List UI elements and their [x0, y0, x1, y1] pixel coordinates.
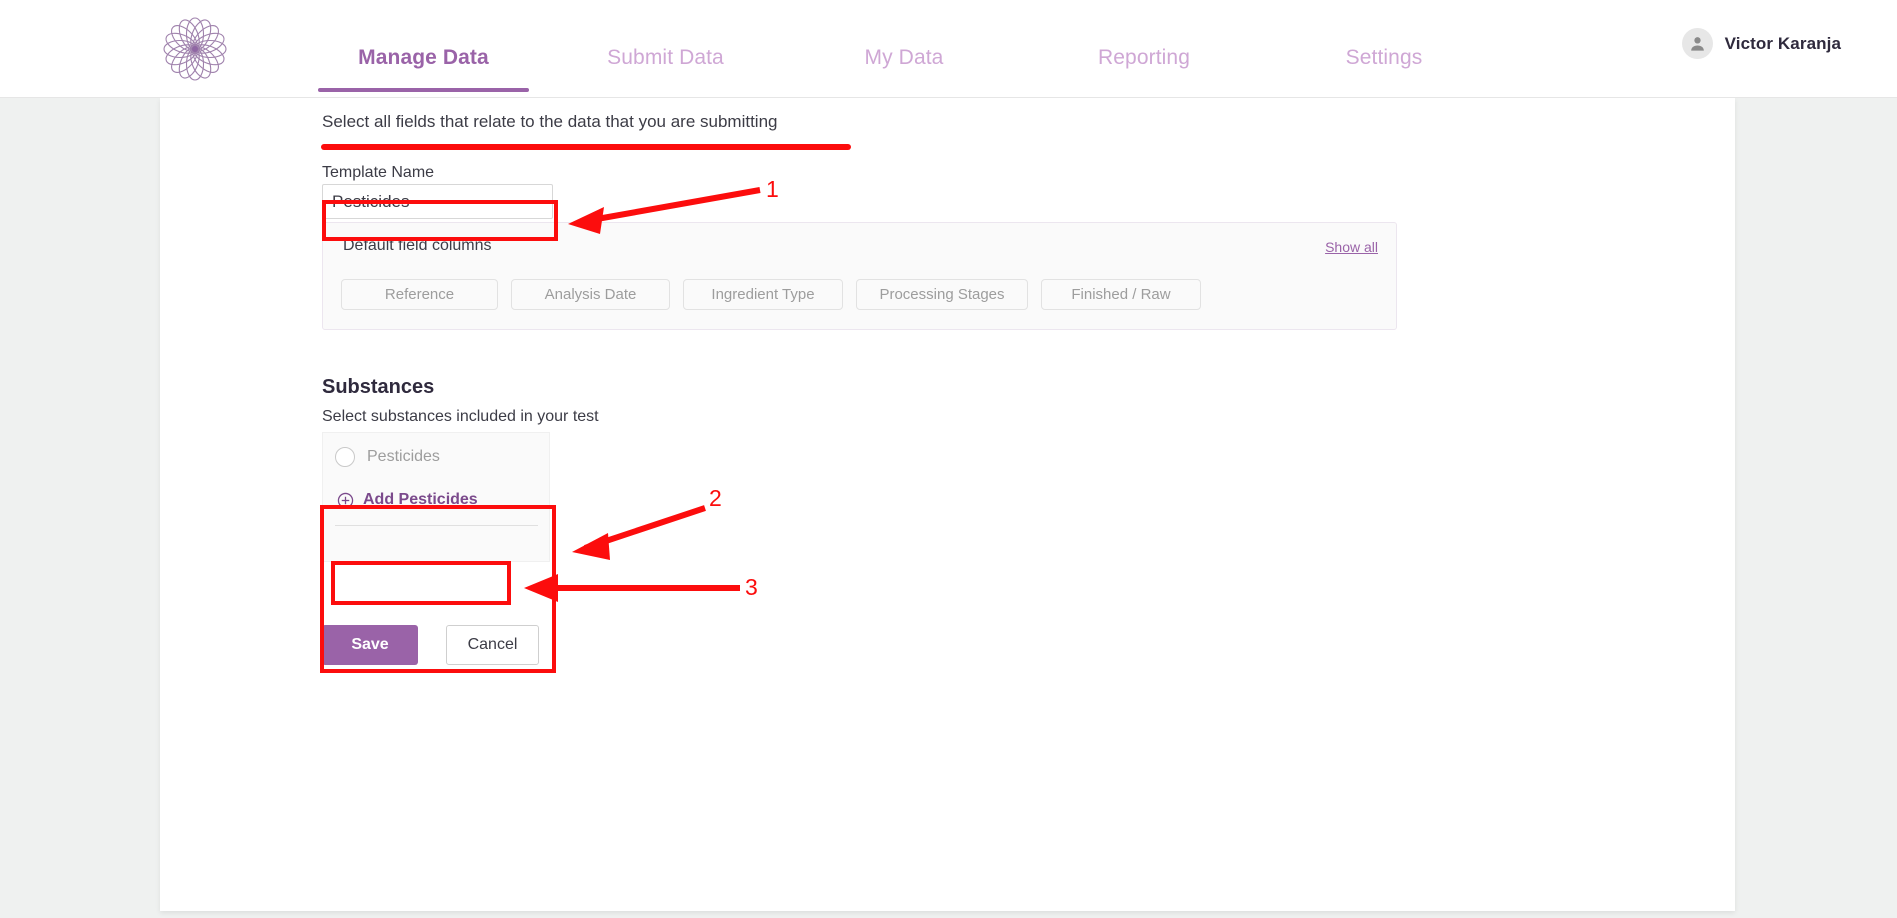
- nav-item-my-data[interactable]: My Data: [784, 0, 1024, 98]
- field-chip-analysis-date[interactable]: Analysis Date: [511, 279, 670, 310]
- nav-item-reporting[interactable]: Reporting: [1024, 0, 1264, 98]
- user-avatar-icon: [1681, 28, 1713, 59]
- field-chip-processing-stages[interactable]: Processing Stages: [856, 279, 1028, 310]
- user-name-label: Victor Karanja: [1724, 33, 1841, 53]
- add-pesticides-button[interactable]: Add Pesticides: [337, 491, 478, 509]
- default-field-chip-list: Reference Analysis Date Ingredient Type …: [341, 279, 1201, 310]
- substances-panel: Pesticides Add Pesticides: [322, 432, 550, 562]
- template-name-label: Template Name: [322, 164, 435, 181]
- main-nav-items: Manage Data Submit Data My Data Reportin…: [300, 0, 1504, 98]
- annotation-number-2: 2: [709, 485, 722, 511]
- annotation-number-1: 1: [766, 176, 779, 202]
- cancel-button[interactable]: Cancel: [446, 625, 539, 665]
- default-field-columns-panel: Default field columns Show all Reference…: [322, 222, 1397, 330]
- nav-item-label: My Data: [864, 46, 944, 69]
- nav-item-submit-data[interactable]: Submit Data: [547, 0, 784, 98]
- substance-option-pesticides[interactable]: Pesticides: [335, 447, 440, 467]
- field-chip-finished-raw[interactable]: Finished / Raw: [1041, 279, 1201, 310]
- nav-item-label: Manage Data: [358, 46, 489, 69]
- template-name-input[interactable]: [322, 184, 553, 219]
- nav-item-manage-data[interactable]: Manage Data: [300, 0, 547, 98]
- field-chip-reference[interactable]: Reference: [341, 279, 498, 310]
- brand-logo[interactable]: [156, 10, 234, 88]
- nav-item-label: Reporting: [1098, 46, 1190, 69]
- nav-item-label: Submit Data: [607, 46, 724, 69]
- default-field-columns-title: Default field columns: [343, 237, 492, 254]
- save-button[interactable]: Save: [322, 625, 418, 665]
- top-navigation-bar: Manage Data Submit Data My Data Reportin…: [0, 0, 1897, 98]
- nav-item-settings[interactable]: Settings: [1264, 0, 1504, 98]
- substances-subtitle: Select substances included in your test: [322, 408, 599, 425]
- field-chip-ingredient-type[interactable]: Ingredient Type: [683, 279, 843, 310]
- substances-divider: [335, 525, 538, 526]
- substances-heading: Substances: [322, 376, 435, 398]
- page-content-card: Select all fields that relate to the dat…: [160, 98, 1735, 911]
- circle-plus-icon: [337, 492, 354, 509]
- user-menu[interactable]: Victor Karanja: [1681, 28, 1841, 59]
- add-pesticides-label: Add Pesticides: [363, 491, 478, 508]
- radio-unchecked-icon[interactable]: [335, 447, 355, 467]
- app-root: Manage Data Submit Data My Data Reportin…: [0, 0, 1897, 918]
- lead-instruction-text: Select all fields that relate to the dat…: [322, 112, 778, 131]
- nav-item-label: Settings: [1345, 46, 1423, 69]
- annotation-number-3: 3: [745, 574, 758, 600]
- show-all-link[interactable]: Show all: [1325, 239, 1378, 255]
- substance-option-label: Pesticides: [367, 448, 440, 465]
